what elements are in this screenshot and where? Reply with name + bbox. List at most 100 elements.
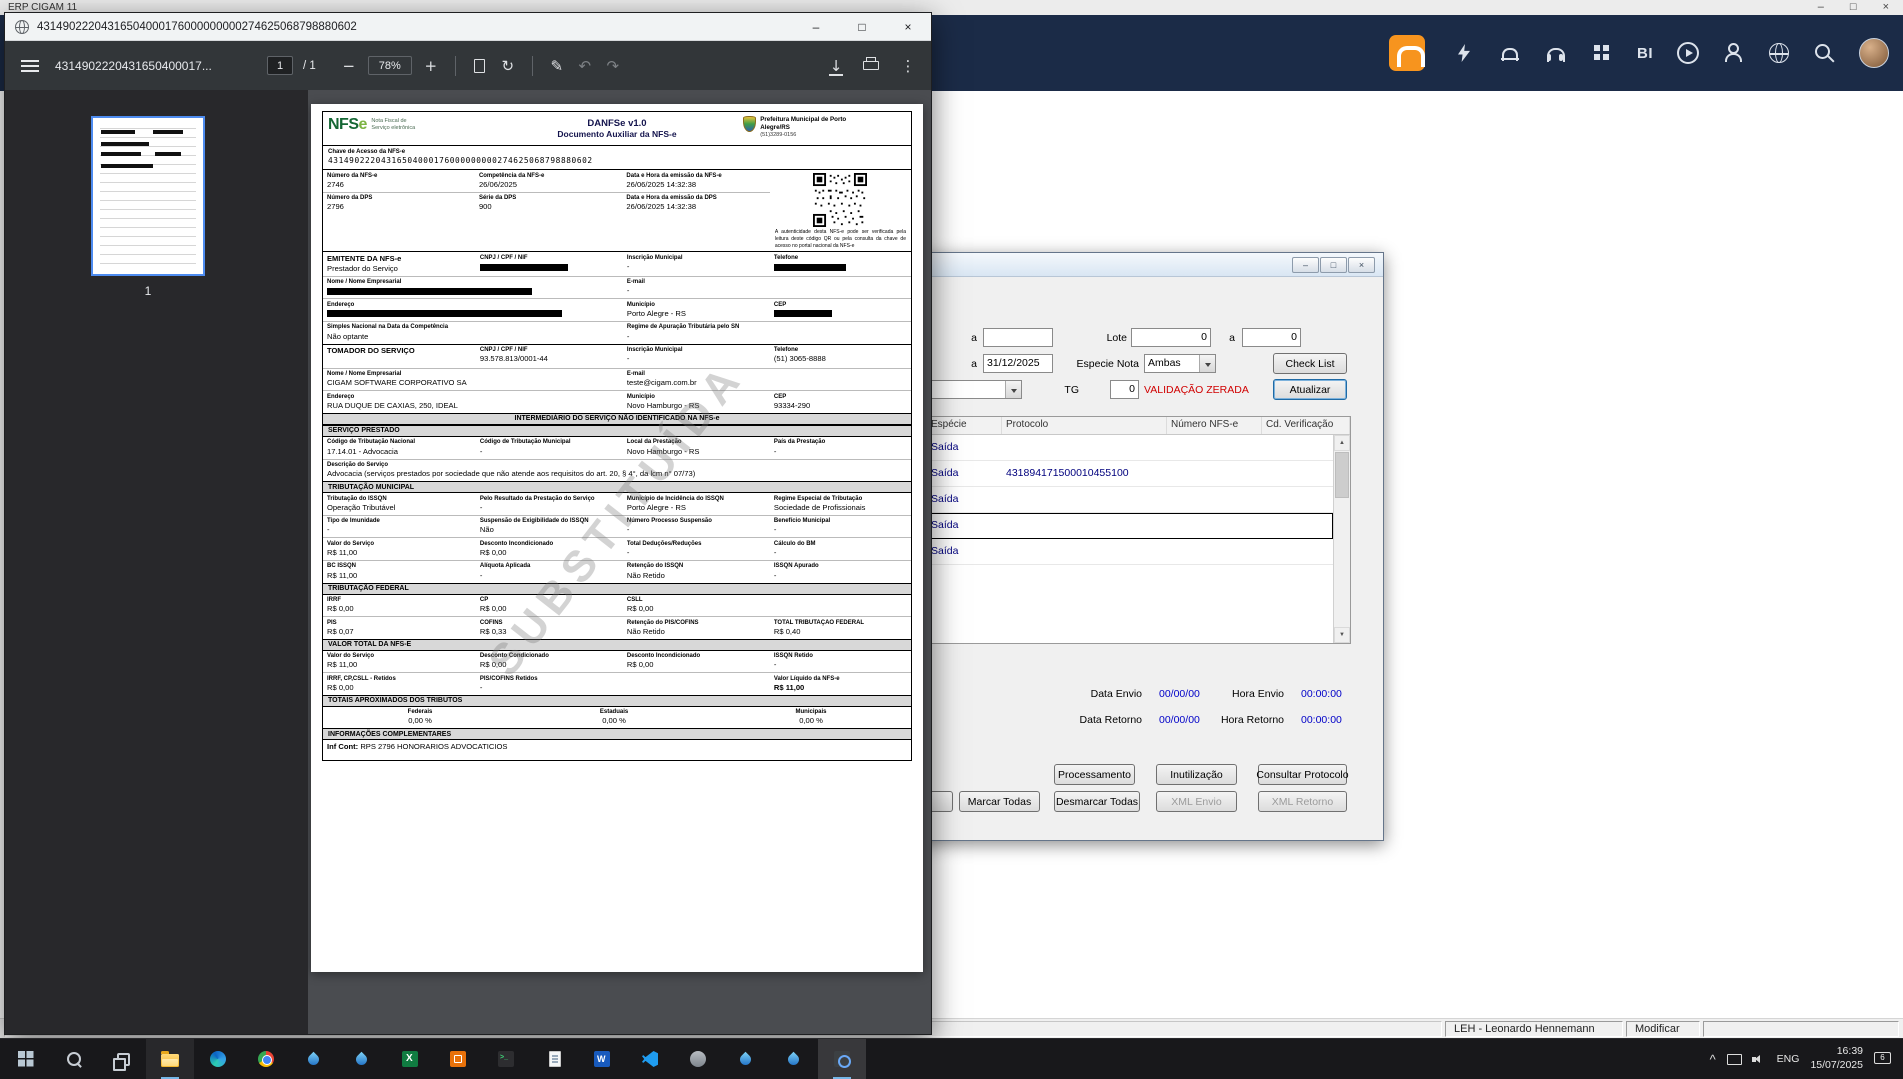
column-protocolo[interactable]: Protocolo xyxy=(1002,417,1167,434)
protocol-row[interactable]: Saída xyxy=(927,435,1333,461)
column-cd-verificacao[interactable]: Cd. Verificação xyxy=(1262,417,1350,434)
taskbar-search-button[interactable] xyxy=(50,1039,98,1079)
doc-field: Total Deduções/Reduções - xyxy=(626,540,702,557)
data-envio-label: Data Envio xyxy=(1090,688,1142,700)
pdf-maximize-icon[interactable]: □ xyxy=(839,13,885,41)
data-fim-input[interactable]: 31/12/2025 xyxy=(983,354,1053,373)
check-list-button[interactable]: Check List xyxy=(1273,353,1347,374)
xml-retorno-button[interactable]: XML Retorno xyxy=(1258,791,1347,812)
undo-icon[interactable]: ↶ xyxy=(576,55,594,77)
taskbar-blue-drop-1-button[interactable] xyxy=(290,1039,338,1079)
dialog-close-icon[interactable]: × xyxy=(1348,257,1375,273)
page-number-input[interactable]: 1 xyxy=(267,56,293,75)
doc-row: Tipo de Imunidade - Suspensão de Exigibili… xyxy=(323,514,911,538)
taskbar-blue-drop-4-button[interactable] xyxy=(770,1039,818,1079)
taskbar-task-view-button[interactable] xyxy=(98,1039,146,1079)
taskbar-blue-drop-3-button[interactable] xyxy=(722,1039,770,1079)
notifications-tray-icon[interactable]: 6 xyxy=(1874,1051,1891,1067)
redo-icon[interactable]: ↷ xyxy=(604,55,622,77)
tray-expand-icon[interactable]: ^ xyxy=(1710,1052,1716,1067)
desmarcar-todas-button[interactable]: Desmarcar Todas xyxy=(1054,791,1140,812)
language-indicator[interactable]: ENG xyxy=(1777,1053,1800,1065)
xml-envio-button[interactable]: XML Envio xyxy=(1156,791,1237,812)
consultar-protocolo-button[interactable]: Consultar Protocolo xyxy=(1256,764,1349,785)
lote-inicio-input[interactable]: 0 xyxy=(1131,328,1211,347)
protocol-row[interactable]: Saída xyxy=(927,487,1333,513)
zoom-out-icon[interactable]: − xyxy=(340,55,358,77)
network-icon[interactable] xyxy=(1726,1053,1742,1066)
pdf-titlebar[interactable]: 4314902220431650400017600000000027462506… xyxy=(5,13,931,41)
download-icon[interactable]: ↓ xyxy=(827,55,845,77)
main-maximize-icon[interactable]: □ xyxy=(1850,1,1857,14)
dialog-titlebar[interactable]: – □ × xyxy=(901,253,1383,277)
volume-icon[interactable] xyxy=(1751,1053,1766,1066)
taskbar-start-button[interactable] xyxy=(2,1039,50,1079)
numero-fim-input[interactable] xyxy=(983,328,1053,347)
pdf-toolbar: 4314902220431650400017... 1 / 1 − 78% + … xyxy=(5,41,931,90)
notifications-icon[interactable] xyxy=(1499,42,1521,64)
taskbar-notes-button[interactable] xyxy=(530,1039,578,1079)
taskbar-file-explorer-button[interactable] xyxy=(146,1039,194,1079)
more-options-icon[interactable]: ⋮ xyxy=(899,55,917,77)
protocol-row[interactable]: Saída xyxy=(927,513,1333,539)
zoom-level[interactable]: 78% xyxy=(367,56,412,75)
taskbar-edge-button[interactable] xyxy=(194,1039,242,1079)
pdf-minimize-icon[interactable]: – xyxy=(793,13,839,41)
scroll-up-icon[interactable] xyxy=(1334,435,1350,451)
main-close-icon[interactable]: × xyxy=(1883,1,1889,14)
web-icon[interactable] xyxy=(1769,43,1789,63)
clock[interactable]: 16:39 15/07/2025 xyxy=(1810,1045,1863,1072)
dialog-maximize-icon[interactable]: □ xyxy=(1320,257,1347,273)
processamento-button[interactable]: Processamento xyxy=(1054,764,1135,785)
zoom-in-icon[interactable]: + xyxy=(422,55,440,77)
taskbar-vscode-button[interactable] xyxy=(626,1039,674,1079)
doc-row: Código de Tributação Nacional 17.14.01 - … xyxy=(323,437,911,459)
tg-input[interactable]: 0 xyxy=(1110,380,1139,399)
especie-nota-label: Especie Nota xyxy=(1076,358,1139,370)
tipo-select[interactable] xyxy=(919,380,1022,399)
taskbar-orange-app-button[interactable] xyxy=(434,1039,482,1079)
dialog-minimize-icon[interactable]: – xyxy=(1292,257,1319,273)
protocol-row[interactable]: Saída xyxy=(927,539,1333,565)
media-icon[interactable] xyxy=(1677,42,1699,64)
cigam-logo-icon[interactable] xyxy=(1389,35,1425,71)
taskbar-blue-drop-2-button[interactable] xyxy=(338,1039,386,1079)
apps-grid-icon[interactable] xyxy=(1591,42,1613,64)
rotate-icon[interactable]: ↻ xyxy=(499,55,517,77)
quick-actions-icon[interactable] xyxy=(1453,42,1475,64)
scroll-thumb[interactable] xyxy=(1335,452,1349,498)
community-icon[interactable] xyxy=(1723,42,1745,64)
bi-icon[interactable]: BI xyxy=(1637,42,1653,64)
doc-field: Município de Incidência do ISSQN Porto Al… xyxy=(626,495,724,512)
table-scrollbar[interactable] xyxy=(1333,435,1350,643)
main-minimize-icon[interactable]: – xyxy=(1818,1,1824,14)
taskbar-gray-app-button[interactable] xyxy=(674,1039,722,1079)
column-numero-nfse[interactable]: Número NFS-e xyxy=(1167,417,1262,434)
taskbar-chrome-button[interactable] xyxy=(242,1039,290,1079)
avatar-icon[interactable] xyxy=(1859,38,1889,68)
doc-field: Endereço xyxy=(323,299,623,321)
print-icon[interactable] xyxy=(863,55,881,77)
taskbar-word-button[interactable] xyxy=(578,1039,626,1079)
doc-row: Inf Cont: RPS 2796 HONORARIOS ADVOCATICI… xyxy=(323,740,911,760)
draw-icon[interactable]: ✎ xyxy=(548,55,566,77)
protocol-row[interactable]: Saída 431894171500010455100 xyxy=(927,461,1333,487)
marcar-todas-button[interactable]: Marcar Todas xyxy=(959,791,1040,812)
pdf-canvas-area[interactable]: NFS e Nota Fiscal de Serviço eletrônica DA… xyxy=(308,90,931,1034)
inutilizacao-button[interactable]: Inutilização xyxy=(1156,764,1237,785)
fit-to-page-icon[interactable] xyxy=(471,55,489,77)
page-1-thumbnail[interactable] xyxy=(91,116,205,276)
atualizar-button[interactable]: Atualizar xyxy=(1273,379,1347,400)
status-panel-tail xyxy=(1703,1020,1899,1037)
taskbar-terminal-button[interactable] xyxy=(482,1039,530,1079)
search-icon[interactable] xyxy=(1813,42,1835,64)
pdf-close-icon[interactable]: × xyxy=(885,13,931,41)
support-icon[interactable] xyxy=(1545,42,1567,64)
taskbar-excel-button[interactable] xyxy=(386,1039,434,1079)
menu-icon[interactable] xyxy=(21,59,39,72)
column-especie[interactable]: Espécie xyxy=(927,417,1002,434)
lote-fim-input[interactable]: 0 xyxy=(1242,328,1301,347)
taskbar-pdf-viewer-button[interactable] xyxy=(818,1039,866,1079)
especie-nota-select[interactable]: Ambas xyxy=(1144,354,1216,373)
scroll-down-icon[interactable] xyxy=(1334,627,1350,643)
